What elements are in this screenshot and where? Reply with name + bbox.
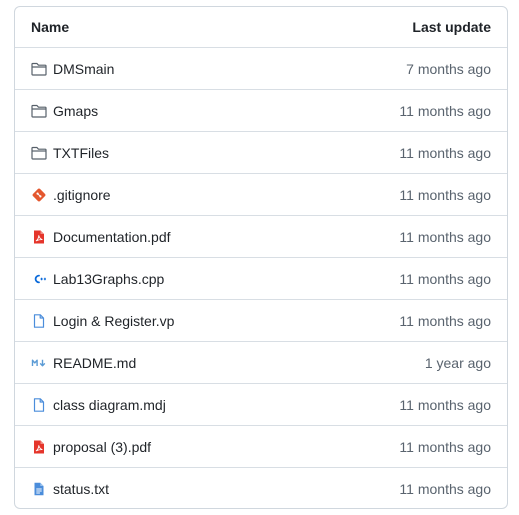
table-row[interactable]: proposal (3).pdf 11 months ago <box>15 426 507 468</box>
last-update-link[interactable]: 11 months ago <box>399 397 491 413</box>
last-update-link[interactable]: 11 months ago <box>399 313 491 329</box>
file-icon <box>31 313 47 329</box>
cpp-icon <box>31 271 47 287</box>
folder-icon <box>31 145 47 161</box>
table-row[interactable]: Documentation.pdf 11 months ago <box>15 216 507 258</box>
name-column-header: Name <box>31 19 70 35</box>
file-table: Name Last update DMSmain 7 months ago Gm… <box>14 6 508 509</box>
file-name-link[interactable]: README.md <box>53 355 136 371</box>
name-cell: DMSmain <box>31 61 114 77</box>
text-file-icon <box>31 481 47 497</box>
last-update-link[interactable]: 11 months ago <box>399 187 491 203</box>
folder-icon <box>31 61 47 77</box>
last-update-link[interactable]: 11 months ago <box>399 439 491 455</box>
table-row[interactable]: status.txt 11 months ago <box>15 468 507 508</box>
table-row[interactable]: TXTFiles 11 months ago <box>15 132 507 174</box>
file-name-link[interactable]: status.txt <box>53 481 109 497</box>
last-update-link[interactable]: 11 months ago <box>399 145 491 161</box>
file-name-link[interactable]: Documentation.pdf <box>53 229 171 245</box>
last-update-column-header: Last update <box>412 19 491 35</box>
file-name-link[interactable]: Gmaps <box>53 103 98 119</box>
file-name-link[interactable]: proposal (3).pdf <box>53 439 151 455</box>
last-update-link[interactable]: 11 months ago <box>399 103 491 119</box>
name-cell: TXTFiles <box>31 145 109 161</box>
file-list: DMSmain 7 months ago Gmaps 11 months ago… <box>15 48 507 508</box>
table-row[interactable]: Gmaps 11 months ago <box>15 90 507 132</box>
last-update-link[interactable]: 11 months ago <box>399 229 491 245</box>
table-row[interactable]: README.md 1 year ago <box>15 342 507 384</box>
name-cell: Gmaps <box>31 103 98 119</box>
name-cell: class diagram.mdj <box>31 397 166 413</box>
table-header: Name Last update <box>15 7 507 48</box>
last-update-link[interactable]: 11 months ago <box>399 271 491 287</box>
name-cell: Documentation.pdf <box>31 229 171 245</box>
last-update-link[interactable]: 1 year ago <box>425 355 491 371</box>
name-cell: proposal (3).pdf <box>31 439 151 455</box>
markdown-icon <box>31 355 47 371</box>
git-icon <box>31 187 47 203</box>
last-update-link[interactable]: 11 months ago <box>399 481 491 497</box>
last-update-link[interactable]: 7 months ago <box>406 61 491 77</box>
pdf-icon <box>31 229 47 245</box>
name-cell: Lab13Graphs.cpp <box>31 271 164 287</box>
file-icon <box>31 397 47 413</box>
folder-icon <box>31 103 47 119</box>
name-cell: Login & Register.vp <box>31 313 174 329</box>
table-row[interactable]: Login & Register.vp 11 months ago <box>15 300 507 342</box>
file-name-link[interactable]: Login & Register.vp <box>53 313 174 329</box>
name-cell: README.md <box>31 355 136 371</box>
pdf-icon <box>31 439 47 455</box>
table-row[interactable]: class diagram.mdj 11 months ago <box>15 384 507 426</box>
name-cell: status.txt <box>31 481 109 497</box>
table-row[interactable]: DMSmain 7 months ago <box>15 48 507 90</box>
file-name-link[interactable]: .gitignore <box>53 187 111 203</box>
file-name-link[interactable]: DMSmain <box>53 61 114 77</box>
table-row[interactable]: Lab13Graphs.cpp 11 months ago <box>15 258 507 300</box>
file-name-link[interactable]: class diagram.mdj <box>53 397 166 413</box>
file-name-link[interactable]: TXTFiles <box>53 145 109 161</box>
file-name-link[interactable]: Lab13Graphs.cpp <box>53 271 164 287</box>
name-cell: .gitignore <box>31 187 111 203</box>
table-row[interactable]: .gitignore 11 months ago <box>15 174 507 216</box>
